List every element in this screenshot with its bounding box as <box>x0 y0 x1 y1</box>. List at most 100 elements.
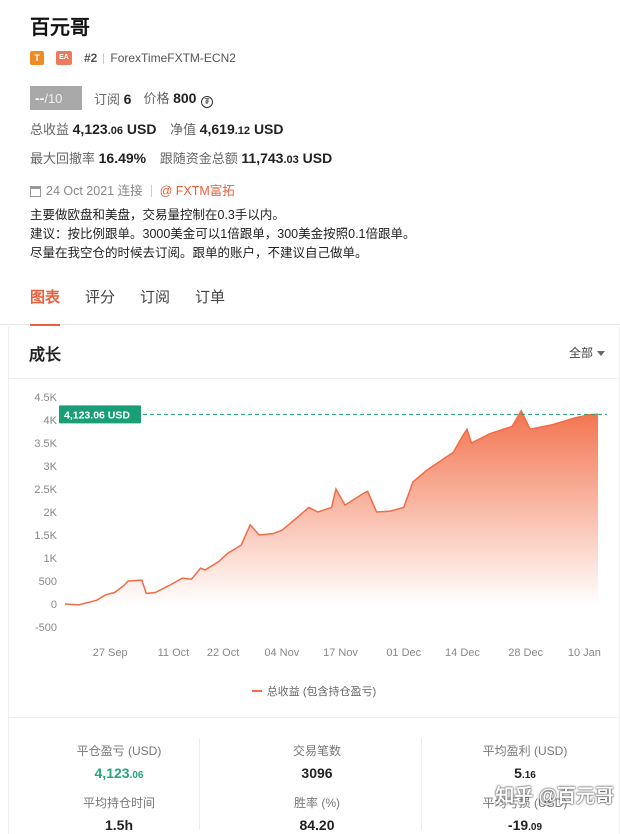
x-tick-label: 17 Nov <box>323 647 358 659</box>
connect-row: 24 Oct 2021 连接 @ FXTM富拓 <box>30 182 604 200</box>
subscriptions-label: 订阅 <box>94 91 121 107</box>
net-value-label: 净值 <box>170 122 197 137</box>
drawdown-row: 最大回撤率 16.49% 跟随资金总额 11,743.03 USD <box>30 148 604 168</box>
follow-funds-value: 11,743.03 USD <box>241 150 332 166</box>
tab-chart[interactable]: 图表 <box>30 285 61 326</box>
broker-server: ForexTimeFXTM-ECN2 <box>110 51 236 65</box>
net-value-unit: USD <box>253 121 284 137</box>
stat-value: -19.09 <box>440 817 610 833</box>
stat-closed-pnl: 平仓盈亏 (USD) 4,123.06 <box>34 742 204 781</box>
watermark: 知乎 @百元哥 <box>495 786 614 807</box>
stat-avg-hold-time: 平均持仓时间 1.5h <box>34 794 204 833</box>
description-line: 尽量在我空仓的时候去订阅。跟单的账户，不建议自己做单。 <box>30 246 368 260</box>
max-drawdown-label: 最大回撤率 <box>30 151 96 166</box>
y-tick-label: 2.5K <box>34 484 57 496</box>
tab-rating[interactable]: 评分 <box>85 285 115 325</box>
stat-dec: .09 <box>528 822 543 833</box>
trader-name: 百元哥 <box>30 17 90 39</box>
score-badge: --/10 <box>30 86 82 110</box>
calendar-icon <box>30 185 41 197</box>
y-tick-label: 4.5K <box>34 392 57 404</box>
growth-panel: 成长 全部 4.5K 4K 3.5K 3K 2.5K 2K 1.5K 1K 500 0 -500 2… <box>8 327 620 834</box>
follow-funds-dec: .03 <box>283 154 299 166</box>
x-tick-label: 04 Nov <box>264 647 299 659</box>
tab-orders[interactable]: 订单 <box>195 285 225 325</box>
divider <box>150 185 152 197</box>
score-max: /10 <box>44 91 63 106</box>
price-value: 800 <box>173 90 197 106</box>
subscriptions-value: 6 <box>123 90 132 107</box>
ea-badge: EA <box>56 51 72 65</box>
stat-main: 3096 <box>301 765 333 781</box>
stat-main: 4,123 <box>94 765 130 781</box>
connect-date: 24 Oct 2021 连接 <box>46 184 143 198</box>
max-drawdown-value: 16.49% <box>98 150 147 166</box>
x-tick-label: 22 Oct <box>207 647 239 659</box>
stat-win-rate: 胜率 (%) 84.20 <box>232 794 402 833</box>
stat-dec: .16 <box>521 770 536 781</box>
y-tick-label: 2K <box>44 507 58 519</box>
y-tick-label: -500 <box>35 622 57 634</box>
subscriptions: 订阅 6 <box>94 89 131 108</box>
total-profit-label: 总收益 <box>30 122 70 137</box>
x-tick-label: 14 Dec <box>445 647 480 659</box>
stat-label: 胜率 (%) <box>294 796 340 810</box>
legend-line-icon <box>251 690 262 692</box>
stat-main: 1.5h <box>104 817 133 833</box>
stat-label: 平仓盈亏 (USD) <box>76 744 162 758</box>
stat-value: 5.16 <box>440 765 610 781</box>
y-tick-label: 1.5K <box>34 530 57 542</box>
y-tick-label: 3K <box>44 461 58 473</box>
score-row: --/10 订阅 6 价格 800 ₮ <box>30 86 604 110</box>
stat-value: 84.20 <box>232 817 402 833</box>
description: 主要做欧盘和美盘，交易量控制在0.3手以内。 建议：按比例跟单。3000美金可以… <box>30 206 604 263</box>
profit-row: 总收益 4,123.06 USD 净值 4,619.12 USD <box>30 119 604 139</box>
stat-value: 4,123.06 <box>34 765 204 781</box>
x-tick-label: 27 Sep <box>93 647 128 659</box>
caret-down-icon <box>597 351 605 356</box>
description-line: 建议：按比例跟单。3000美金可以1倍跟单，300美金按照0.1倍跟单。 <box>30 227 416 241</box>
stat-label: 交易笔数 <box>292 744 341 758</box>
divider <box>103 52 105 64</box>
range-value: 全部 <box>568 346 593 360</box>
net-value-main: 4,619 <box>199 121 235 137</box>
stat-trade-count: 交易笔数 3096 <box>232 742 402 781</box>
x-tick-label: 11 Oct <box>158 647 190 659</box>
follow-funds-label: 跟随资金总额 <box>159 151 238 166</box>
rank-label: #2 <box>84 51 98 65</box>
stat-label: 平均持仓时间 <box>82 796 155 810</box>
score-value: -- <box>35 90 45 106</box>
net-value-dec: .12 <box>234 125 251 137</box>
growth-chart: 4.5K 4K 3.5K 3K 2.5K 2K 1.5K 1K 500 0 -500 27 Sep 1… <box>34 392 607 659</box>
total-profit-value: 4,123.06 USD <box>73 121 157 137</box>
summary-grid: 平仓盈亏 (USD) 4,123.06 交易笔数 3096 平均盈利 (USD)… <box>9 717 619 834</box>
y-tick-label: 4K <box>44 415 58 427</box>
trader-type-badge: T <box>30 51 44 65</box>
y-tick-label: 1K <box>44 553 58 565</box>
last-value-label: 4,123.06 USD <box>64 409 130 421</box>
total-profit-dec: .06 <box>107 125 123 137</box>
description-line: 主要做欧盘和美盘，交易量控制在0.3手以内。 <box>30 208 285 222</box>
y-tick-label: 500 <box>39 576 57 588</box>
price: 价格 800 ₮ <box>143 88 214 108</box>
tab-subscribe[interactable]: 订阅 <box>140 285 170 325</box>
total-profit-main: 4,123 <box>72 121 108 137</box>
stat-main: 84.20 <box>299 817 335 833</box>
x-tick-label: 28 Dec <box>508 647 543 659</box>
legend-label: 总收益 (包含持仓盈亏) <box>266 686 377 698</box>
stat-value: 3096 <box>232 765 402 781</box>
y-tick-label: 3.5K <box>34 438 57 450</box>
stat-main: -19 <box>507 817 529 833</box>
divider <box>421 738 422 830</box>
stat-avg-profit: 平均盈利 (USD) 5.16 <box>440 742 610 781</box>
tag-row: T EA #2 ForexTimeFXTM-ECN2 <box>30 48 604 68</box>
price-label: 价格 <box>143 91 170 106</box>
x-tick-label: 01 Dec <box>386 647 421 659</box>
broker-link[interactable]: @ FXTM富拓 <box>160 182 235 200</box>
tab-bar: 图表 评分 订阅 订单 <box>0 285 620 326</box>
chart-legend[interactable]: 总收益 (包含持仓盈亏) <box>9 683 619 699</box>
range-select[interactable]: 全部 <box>569 344 605 361</box>
growth-header: 成长 全部 <box>9 327 619 379</box>
follow-funds-main: 11,743 <box>241 150 284 166</box>
y-tick-label: 0 <box>51 599 57 611</box>
